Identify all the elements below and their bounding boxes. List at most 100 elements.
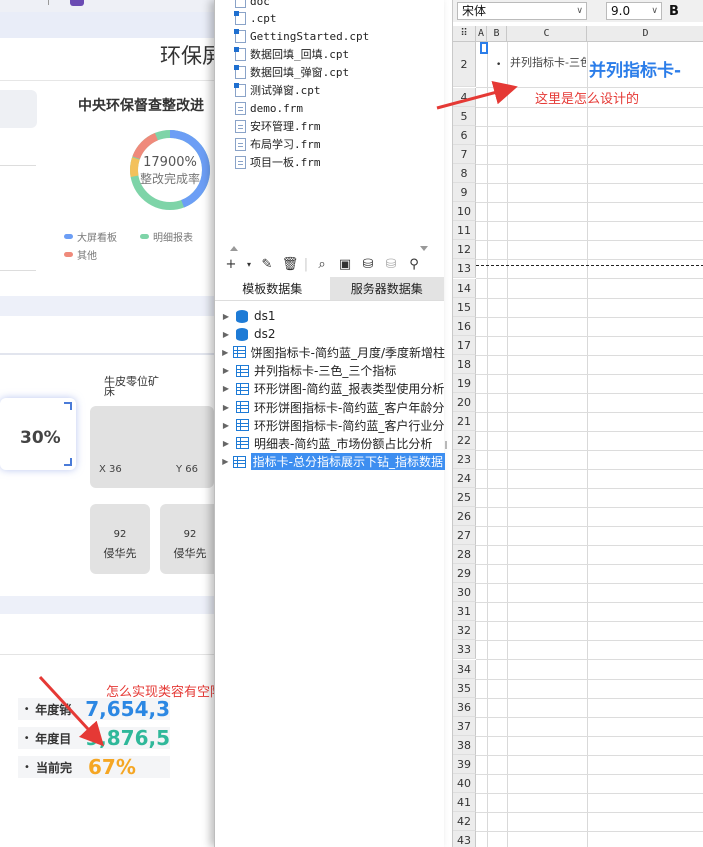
- file-item[interactable]: demo.frm: [235, 99, 303, 117]
- row-header[interactable]: 25: [453, 488, 476, 508]
- row-header[interactable]: 11: [453, 221, 476, 241]
- table-dataset-item[interactable]: ▶ 环形饼图指标卡-简约蓝_客户行业分: [219, 416, 445, 434]
- table-dataset-item[interactable]: ▶ 饼图指标卡-简约蓝_月度/季度新增柱: [219, 343, 445, 361]
- edit-icon[interactable]: ✎: [257, 256, 277, 274]
- row-header[interactable]: 13: [453, 259, 476, 279]
- row-header[interactable]: 37: [453, 716, 476, 736]
- coordinate-card[interactable]: [90, 406, 214, 488]
- row-header[interactable]: 27: [453, 526, 476, 546]
- row-header[interactable]: 6: [453, 126, 476, 146]
- column-header-c[interactable]: C: [507, 26, 587, 42]
- tab-template-dataset[interactable]: 模板数据集: [215, 277, 330, 300]
- font-family-select[interactable]: 宋体 ∨: [457, 2, 587, 20]
- select-all-corner[interactable]: ⠿: [453, 26, 476, 42]
- collapse-down-icon[interactable]: [420, 246, 428, 251]
- row-header[interactable]: 24: [453, 469, 476, 488]
- row-header[interactable]: 8: [453, 164, 476, 184]
- table-dataset-item[interactable]: ▶ 指标卡-总分指标展示下钻_指标数据: [219, 453, 445, 471]
- row-header[interactable]: 7: [453, 145, 476, 165]
- row-header[interactable]: 39: [453, 754, 476, 774]
- expand-arrow-icon[interactable]: ▶: [219, 366, 233, 375]
- file-item[interactable]: GettingStarted.cpt: [234, 27, 369, 45]
- table-dataset-item[interactable]: ▶ 环形饼图指标卡-简约蓝_客户年龄分: [219, 398, 445, 416]
- search-icon[interactable]: ⚲: [404, 256, 424, 274]
- file-item[interactable]: .cpt: [234, 9, 277, 27]
- expand-arrow-icon[interactable]: ▶: [219, 403, 233, 412]
- row-header[interactable]: 40: [453, 773, 476, 793]
- cell-d2-title[interactable]: 并列指标卡-: [589, 56, 681, 81]
- row-header[interactable]: 30: [453, 583, 476, 603]
- cell-selection-marker[interactable]: [480, 42, 488, 54]
- preview-icon[interactable]: ⌕: [312, 256, 332, 274]
- row-header[interactable]: 29: [453, 564, 476, 584]
- legend-item[interactable]: 其他: [64, 247, 97, 262]
- row-header[interactable]: 32: [453, 621, 476, 641]
- expand-arrow-icon[interactable]: ▶: [219, 312, 233, 321]
- row-header[interactable]: 10: [453, 202, 476, 222]
- file-item[interactable]: 项目一板.frm: [235, 153, 321, 171]
- row-header[interactable]: 22: [453, 430, 476, 450]
- row-header[interactable]: 28: [453, 545, 476, 565]
- expand-arrow-icon[interactable]: ▶: [219, 384, 233, 393]
- tab-server-dataset[interactable]: 服务器数据集: [329, 277, 444, 300]
- kpi-row[interactable]: • 年度销 7,654,3: [18, 697, 170, 721]
- row-header[interactable]: 31: [453, 602, 476, 622]
- font-size-select[interactable]: 9.0 ∨: [606, 2, 662, 20]
- dropdown-icon[interactable]: ▾: [244, 256, 254, 274]
- add-dataset-icon[interactable]: +: [221, 256, 241, 274]
- row-header[interactable]: 41: [453, 792, 476, 812]
- legend-item[interactable]: 明细报表: [140, 229, 193, 244]
- cell-c2[interactable]: 并列指标卡-三色_三个指: [510, 55, 586, 85]
- file-item[interactable]: 布局学习.frm: [235, 135, 321, 153]
- row-header[interactable]: 9: [453, 183, 476, 203]
- row-header[interactable]: 4: [453, 88, 476, 107]
- file-item[interactable]: 数据回填_弹窗.cpt: [234, 63, 349, 81]
- row-header[interactable]: 42: [453, 811, 476, 831]
- cell-b2[interactable]: •: [496, 60, 501, 70]
- panel-splitter[interactable]: [215, 245, 444, 253]
- file-item[interactable]: 数据回填_回填.cpt: [234, 45, 349, 63]
- row-header[interactable]: 26: [453, 507, 476, 527]
- row-header[interactable]: 5: [453, 107, 476, 127]
- kpi-row[interactable]: • 年度目 9,876,5: [18, 726, 170, 750]
- row-header[interactable]: 21: [453, 411, 476, 431]
- row-header[interactable]: 20: [453, 392, 476, 412]
- row-header[interactable]: 34: [453, 659, 476, 679]
- percent-card[interactable]: 30%: [0, 398, 76, 470]
- row-header[interactable]: 12: [453, 240, 476, 260]
- table-dataset-item[interactable]: ▶ 环形饼图-简约蓝_报表类型使用分析: [219, 380, 445, 398]
- row-header[interactable]: 19: [453, 373, 476, 393]
- row-header[interactable]: 33: [453, 640, 476, 660]
- delete-icon[interactable]: 🗑: [280, 256, 300, 274]
- row-header[interactable]: 18: [453, 354, 476, 374]
- expand-arrow-icon[interactable]: ▶: [219, 457, 232, 466]
- kpi-row[interactable]: • 当前完 67%: [18, 755, 170, 779]
- column-header-a[interactable]: A: [476, 26, 487, 42]
- table-dataset-item[interactable]: ▶ 明细表-简约蓝_市场份额占比分析: [219, 434, 445, 452]
- collapse-up-icon[interactable]: [230, 246, 238, 251]
- row-header[interactable]: 36: [453, 697, 476, 717]
- row-header[interactable]: 17: [453, 335, 476, 355]
- row-header[interactable]: 38: [453, 735, 476, 755]
- bold-button[interactable]: B: [665, 4, 683, 19]
- file-item[interactable]: 测试弹窗.cpt: [234, 81, 321, 99]
- row-header[interactable]: 14: [453, 278, 476, 298]
- expand-arrow-icon[interactable]: ▶: [219, 439, 233, 448]
- expand-arrow-icon[interactable]: ▶: [219, 421, 233, 430]
- expand-arrow-icon[interactable]: ▶: [219, 348, 232, 357]
- column-header-d[interactable]: D: [587, 26, 703, 42]
- row-header[interactable]: 2: [453, 42, 476, 87]
- file-item[interactable]: 安环管理.frm: [235, 117, 321, 135]
- dataset-item[interactable]: ▶ ds2: [219, 325, 445, 343]
- row-header[interactable]: 16: [453, 316, 476, 336]
- small-card[interactable]: 92 侵华先: [160, 504, 214, 574]
- row-header[interactable]: 23: [453, 449, 476, 469]
- column-header-b[interactable]: B: [487, 26, 507, 42]
- table-dataset-item[interactable]: ▶ 并列指标卡-三色_三个指标: [219, 362, 445, 380]
- row-header[interactable]: 43: [453, 830, 476, 847]
- small-card[interactable]: 92 侵华先: [90, 504, 150, 574]
- row-header[interactable]: 35: [453, 678, 476, 698]
- splitter-grip[interactable]: ‖: [444, 440, 448, 449]
- row-header[interactable]: 15: [453, 297, 476, 317]
- database-icon[interactable]: ⛁: [358, 256, 378, 274]
